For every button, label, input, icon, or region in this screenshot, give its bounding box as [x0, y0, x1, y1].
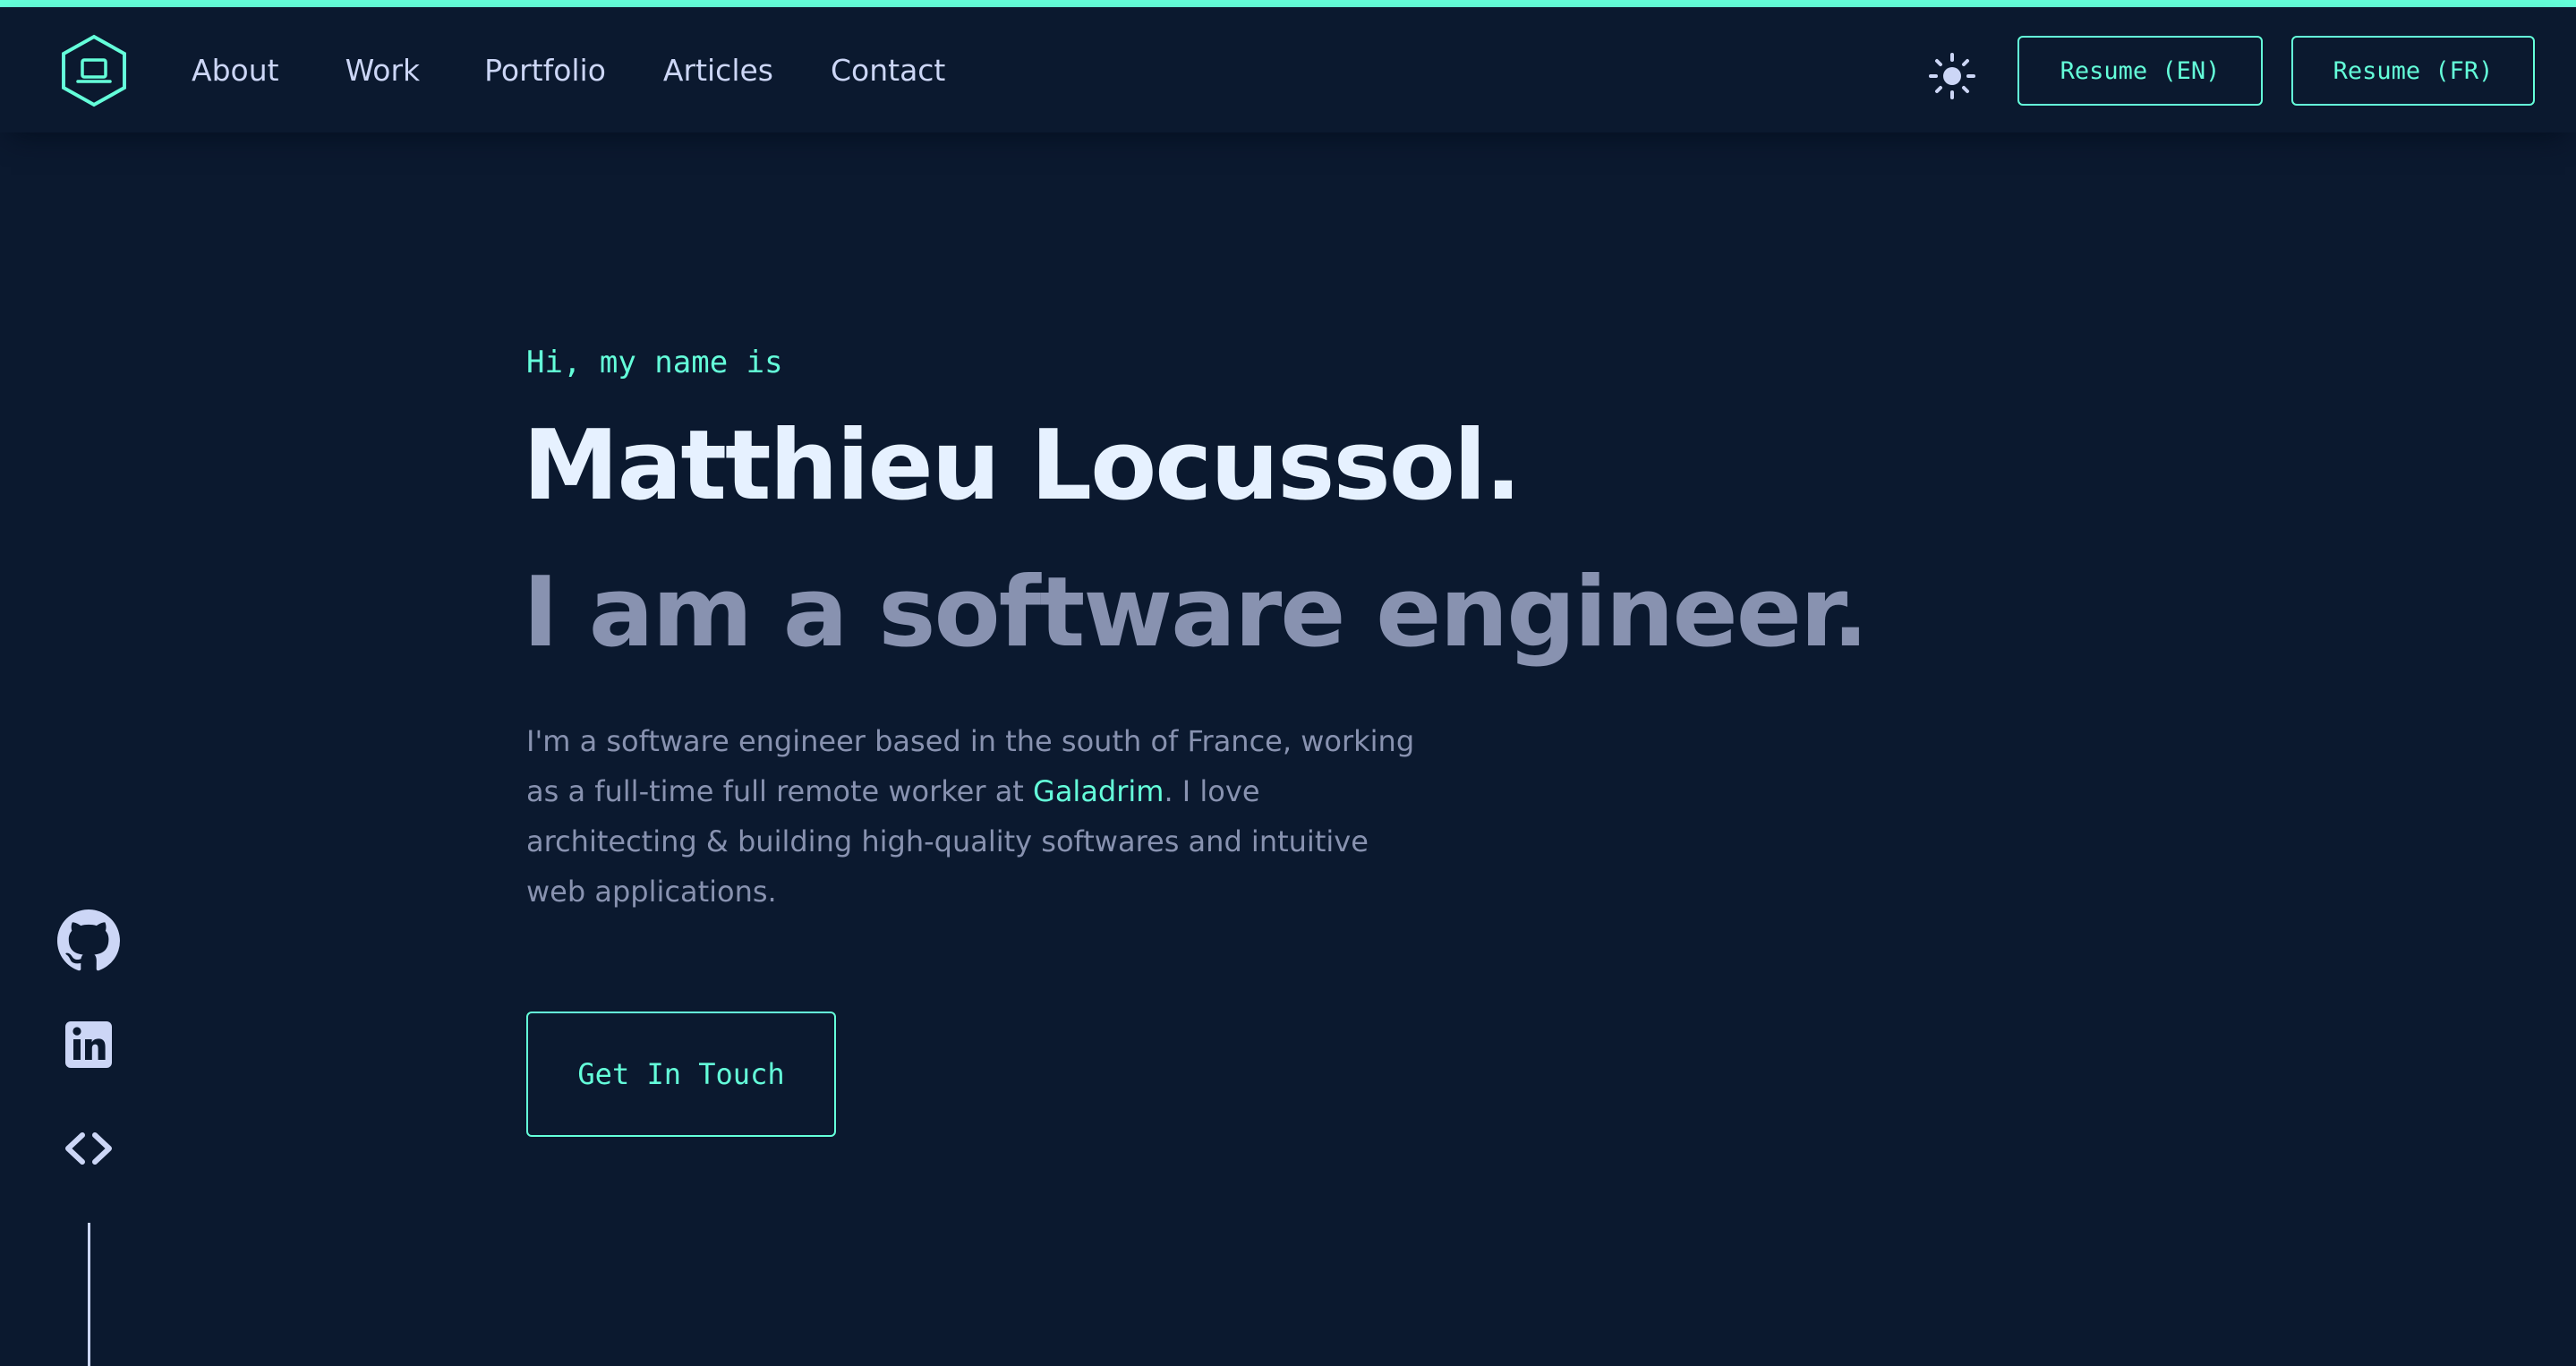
- galadrim-link[interactable]: Galadrim: [1033, 774, 1164, 808]
- main-nav: About Work Portfolio Articles Contact: [192, 7, 945, 132]
- resume-fr-button[interactable]: Resume (FR): [2291, 36, 2535, 106]
- hero-tagline: I am a software engineer.: [523, 557, 1869, 669]
- navbar: About Work Portfolio Articles Contact Re…: [0, 7, 2576, 132]
- page: About Work Portfolio Articles Contact Re…: [0, 0, 2576, 1366]
- laptop-hexagon-icon[interactable]: [61, 34, 127, 107]
- nav-contact[interactable]: Contact: [831, 53, 945, 88]
- nav-about[interactable]: About: [192, 53, 279, 88]
- nav-portfolio[interactable]: Portfolio: [484, 53, 606, 88]
- nav-articles[interactable]: Articles: [663, 53, 773, 88]
- nav-work[interactable]: Work: [345, 53, 421, 88]
- social-divider-line: [88, 1223, 90, 1366]
- get-in-touch-button[interactable]: Get In Touch: [526, 1012, 836, 1137]
- hero-section: Hi, my name is Matthieu Locussol. I am a…: [523, 333, 2137, 1137]
- top-accent-bar: [0, 0, 2576, 7]
- bio-text-start: I'm a software engineer based in the sou…: [526, 724, 1415, 808]
- hero-name: Matthieu Locussol.: [523, 410, 1522, 522]
- social-links: [57, 909, 120, 1221]
- sun-icon[interactable]: [1928, 52, 1976, 100]
- hero-bio: I'm a software engineer based in the sou…: [526, 716, 1421, 917]
- resume-en-button[interactable]: Resume (EN): [2017, 36, 2263, 106]
- code-icon[interactable]: [57, 1117, 120, 1180]
- hero-greeting: Hi, my name is: [526, 345, 783, 380]
- github-icon[interactable]: [57, 909, 120, 972]
- linkedin-icon[interactable]: [57, 1013, 120, 1076]
